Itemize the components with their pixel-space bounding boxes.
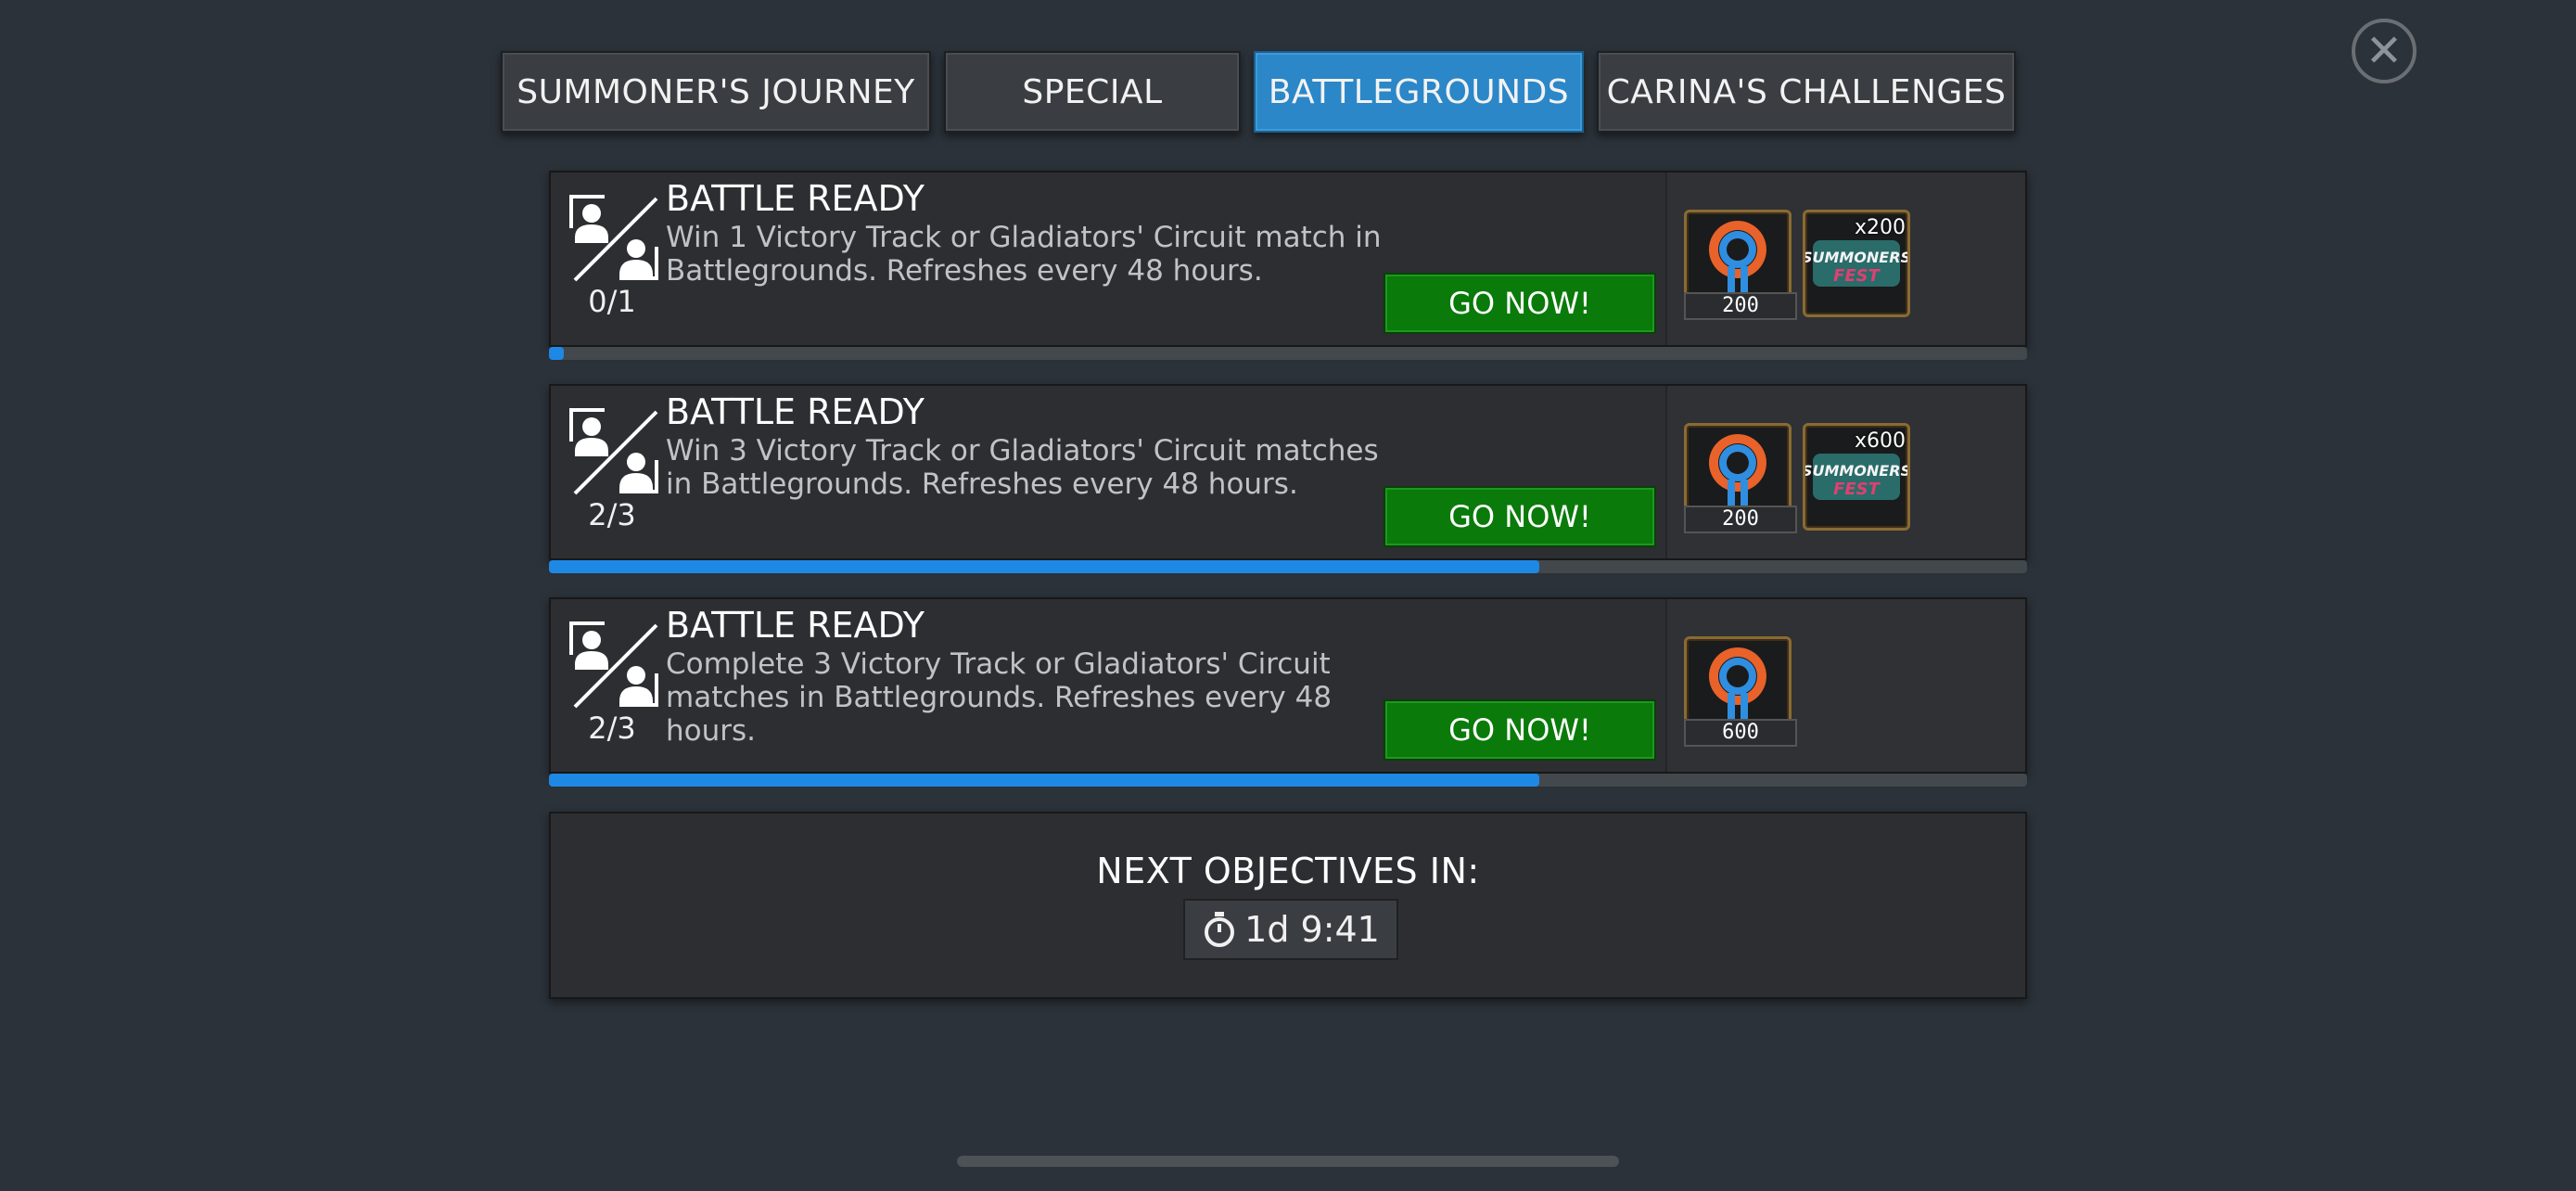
next-objectives-label: NEXT OBJECTIVES IN: bbox=[1096, 851, 1480, 891]
quest-title: BATTLE READY bbox=[666, 391, 925, 432]
reward-item[interactable]: 200 bbox=[1684, 423, 1797, 533]
next-objectives-panel: NEXT OBJECTIVES IN: 1d 9:41 bbox=[549, 812, 2027, 999]
reward-area: 600 bbox=[1665, 599, 2025, 772]
quest-description: Win 3 Victory Track or Gladiators' Circu… bbox=[666, 434, 1379, 501]
reward-item[interactable]: SUMMONERS FEST x200 bbox=[1803, 210, 1910, 317]
quest-card: 2/3 BATTLE READY Complete 3 Victory Trac… bbox=[549, 597, 2027, 774]
timer-value: 1d 9:41 bbox=[1244, 909, 1380, 950]
quest-card: 2/3 BATTLE READY Win 3 Victory Track or … bbox=[549, 384, 2027, 560]
quest-progress-bar bbox=[549, 347, 2027, 360]
svg-text:SUMMONERS: SUMMONERS bbox=[1805, 249, 1907, 266]
quest-description: Win 1 Victory Track or Gladiators' Circu… bbox=[666, 221, 1382, 288]
tab-battlegrounds[interactable]: BATTLEGROUNDS bbox=[1254, 51, 1584, 133]
battle-versus-icon bbox=[569, 621, 658, 709]
quest-progress-bar bbox=[549, 560, 2027, 573]
tab-carinas-challenges[interactable]: CARINA'S CHALLENGES bbox=[1597, 51, 2016, 133]
reward-item[interactable]: SUMMONERS FEST x600 bbox=[1803, 423, 1910, 531]
close-button[interactable]: ✕ bbox=[2352, 19, 2417, 83]
reward-area: 200 SUMMONERS FEST x200 bbox=[1665, 173, 2025, 345]
go-now-button[interactable]: GO NOW! bbox=[1384, 273, 1656, 334]
tab-special[interactable]: SPECIAL bbox=[944, 51, 1241, 133]
stopwatch-icon bbox=[1205, 912, 1235, 947]
close-icon: ✕ bbox=[2365, 25, 2404, 77]
battle-versus-icon bbox=[569, 408, 658, 495]
svg-text:SUMMONERS: SUMMONERS bbox=[1805, 462, 1907, 480]
reward-count: 200 bbox=[1684, 292, 1797, 320]
quest-progress-text: 2/3 bbox=[588, 497, 636, 532]
quest-card: 0/1 BATTLE READY Win 1 Victory Track or … bbox=[549, 171, 2027, 347]
tab-summoners-journey[interactable]: SUMMONER'S JOURNEY bbox=[501, 51, 931, 133]
svg-text:FEST: FEST bbox=[1833, 266, 1881, 286]
quest-description: Complete 3 Victory Track or Gladiators' … bbox=[666, 647, 1333, 748]
quest-progress-fill bbox=[549, 560, 1539, 573]
reward-item[interactable]: 200 bbox=[1684, 210, 1797, 320]
quest-progress-text: 0/1 bbox=[588, 284, 636, 319]
reward-multiplier: x200 bbox=[1854, 216, 1906, 239]
quest-progress-bar bbox=[549, 774, 2027, 787]
go-now-button[interactable]: GO NOW! bbox=[1384, 699, 1656, 761]
quest-progress-text: 2/3 bbox=[588, 711, 636, 746]
svg-text:FEST: FEST bbox=[1833, 480, 1881, 499]
go-now-button[interactable]: GO NOW! bbox=[1384, 486, 1656, 547]
reward-item[interactable]: 600 bbox=[1684, 636, 1797, 747]
reward-count: 600 bbox=[1684, 719, 1797, 747]
reward-multiplier: x600 bbox=[1854, 429, 1906, 453]
scroll-indicator[interactable] bbox=[957, 1156, 1619, 1167]
quest-title: BATTLE READY bbox=[666, 605, 925, 646]
quest-progress-fill bbox=[549, 347, 564, 360]
quest-progress-fill bbox=[549, 774, 1539, 787]
quest-title: BATTLE READY bbox=[666, 178, 925, 219]
countdown-timer: 1d 9:41 bbox=[1183, 899, 1398, 960]
reward-count: 200 bbox=[1684, 506, 1797, 533]
reward-area: 200 SUMMONERS FEST x600 bbox=[1665, 386, 2025, 558]
battle-versus-icon bbox=[569, 195, 658, 282]
